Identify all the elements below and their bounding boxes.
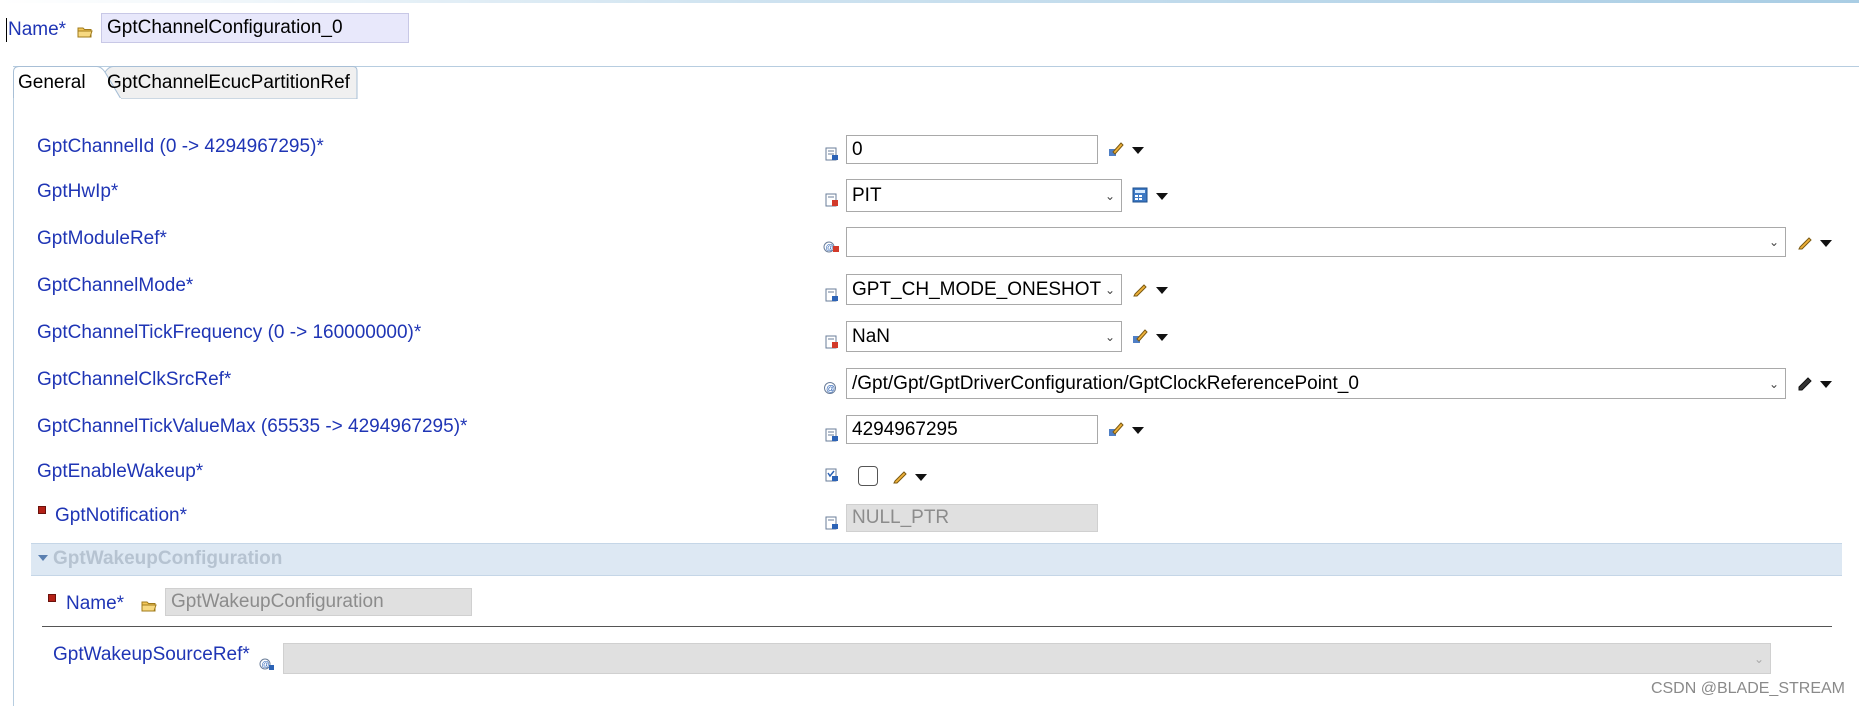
text-caret — [6, 18, 7, 42]
gpt-channel-tick-frequency-select[interactable]: NaN ⌄ — [846, 321, 1122, 352]
dropdown-caret-icon[interactable] — [1820, 240, 1832, 247]
numeric-parameter-icon — [825, 428, 838, 442]
gpt-channel-clk-src-ref-value: /Gpt/Gpt/GptDriverConfiguration/GptClock… — [852, 372, 1359, 394]
chevron-down-icon: ⌄ — [1104, 282, 1115, 297]
name-input[interactable]: GptChannelConfiguration_0 — [101, 13, 409, 43]
gpt-notification-input: NULL_PTR — [846, 504, 1098, 532]
svg-text:@: @ — [826, 384, 835, 394]
gpt-module-ref-select[interactable]: ⌄ — [846, 227, 1786, 257]
section-separator — [42, 626, 1832, 627]
reference-parameter-icon: @ — [823, 241, 839, 253]
folder-icon — [141, 601, 157, 612]
gpt-channel-id-label: GptChannelId (0 -> 4294967295)* — [37, 136, 324, 157]
tab-gpt-channel-ecuc-partition-ref[interactable]: GptChannelEcucPartitionRef — [104, 68, 350, 98]
gpt-enable-wakeup-checkbox[interactable] — [858, 466, 878, 486]
reference-edit-icon[interactable] — [1797, 375, 1813, 391]
svg-text:@: @ — [262, 660, 270, 669]
dropdown-caret-icon[interactable] — [1156, 193, 1168, 200]
folder-icon — [77, 27, 93, 38]
enum-parameter-icon — [825, 193, 838, 207]
calculator-icon[interactable] — [1132, 187, 1148, 203]
wakeup-name-label: Name* — [66, 593, 125, 614]
gpt-channel-tick-value-max-input[interactable]: 4294967295 — [846, 415, 1098, 444]
gpt-wakeup-configuration-section-header[interactable]: GptWakeupConfiguration — [31, 543, 1842, 576]
chevron-down-icon: ⌄ — [1104, 188, 1115, 203]
gpt-channel-id-input[interactable]: 0 — [846, 135, 1098, 164]
chevron-down-icon: ⌄ — [1768, 376, 1779, 391]
numeric-parameter-icon — [825, 335, 838, 349]
gpt-wakeup-source-ref-label: GptWakeupSourceRef* — [53, 644, 250, 665]
window-top-border — [0, 0, 1859, 3]
dropdown-caret-icon[interactable] — [1132, 147, 1144, 154]
numeric-parameter-icon — [825, 147, 838, 161]
panel-left-border — [13, 98, 14, 706]
gpt-channel-clk-src-ref-label: GptChannelClkSrcRef* — [37, 369, 232, 390]
dropdown-caret-icon[interactable] — [1820, 381, 1832, 388]
reference-parameter-icon: @ — [259, 658, 274, 670]
dropdown-caret-icon[interactable] — [1156, 334, 1168, 341]
svg-text:@: @ — [826, 243, 834, 252]
required-marker-icon — [48, 594, 56, 602]
boolean-parameter-icon — [825, 468, 838, 482]
gpt-channel-mode-label: GptChannelMode* — [37, 275, 194, 296]
chevron-down-icon: ⌄ — [1753, 651, 1764, 666]
function-name-parameter-icon — [825, 516, 838, 530]
dropdown-caret-icon[interactable] — [1156, 287, 1168, 294]
gpt-notification-label: GptNotification* — [55, 505, 188, 526]
calculator-edit-icon[interactable] — [1132, 328, 1148, 344]
calculator-edit-icon[interactable] — [1108, 141, 1124, 157]
pencil-icon[interactable] — [1132, 281, 1148, 297]
gpt-channel-mode-value: GPT_CH_MODE_ONESHOT — [852, 278, 1102, 300]
watermark: CSDN @BLADE_STREAM — [1650, 680, 1845, 697]
reference-parameter-icon: @ — [824, 382, 836, 394]
gpt-hwip-select[interactable]: PIT ⌄ — [846, 179, 1122, 212]
chevron-down-icon: ⌄ — [1768, 235, 1779, 249]
gpt-channel-mode-select[interactable]: GPT_CH_MODE_ONESHOT ⌄ — [846, 274, 1122, 305]
calculator-edit-icon[interactable] — [1108, 421, 1124, 437]
pencil-icon[interactable] — [1797, 234, 1813, 250]
dropdown-caret-icon[interactable] — [915, 474, 927, 481]
dropdown-caret-icon[interactable] — [1132, 427, 1144, 434]
gpt-hwip-label: GptHwIp* — [37, 181, 119, 202]
enum-parameter-icon — [825, 288, 838, 302]
gpt-wakeup-source-ref-select: ⌄ — [283, 643, 1771, 674]
gpt-hwip-value: PIT — [852, 184, 882, 206]
section-title: GptWakeupConfiguration — [53, 548, 283, 569]
required-marker-icon — [38, 506, 46, 514]
gpt-channel-clk-src-ref-select[interactable]: /Gpt/Gpt/GptDriverConfiguration/GptClock… — [846, 368, 1786, 399]
pencil-icon[interactable] — [892, 468, 908, 484]
expand-arrow-icon[interactable] — [38, 555, 48, 561]
gpt-channel-tick-frequency-value: NaN — [852, 325, 891, 347]
chevron-down-icon: ⌄ — [1104, 329, 1115, 344]
gpt-channel-tick-value-max-label: GptChannelTickValueMax (65535 -> 4294967… — [37, 416, 468, 437]
gpt-enable-wakeup-label: GptEnableWakeup* — [37, 461, 204, 482]
gpt-channel-tick-frequency-label: GptChannelTickFrequency (0 -> 160000000)… — [37, 322, 422, 343]
name-label: Name* — [8, 19, 67, 40]
tab-general[interactable]: General — [15, 68, 86, 98]
gpt-module-ref-label: GptModuleRef* — [37, 228, 167, 249]
wakeup-name-input: GptWakeupConfiguration — [165, 588, 472, 616]
